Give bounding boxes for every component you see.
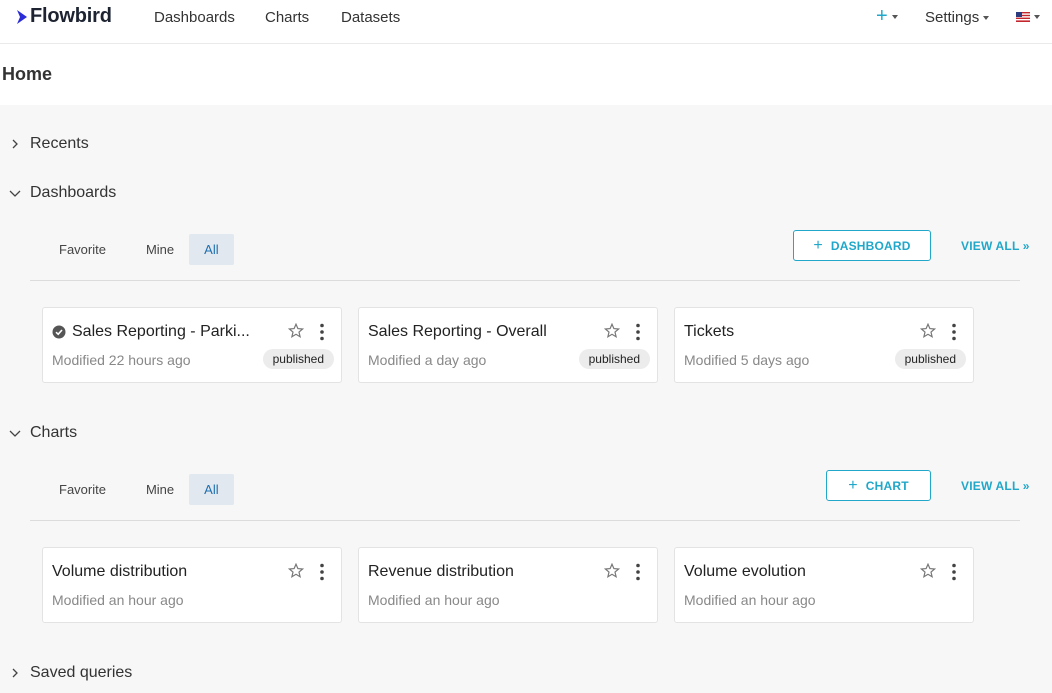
card-title: Sales Reporting - Parki... [52,323,250,341]
dashboard-card[interactable]: Sales Reporting - Overall Modified a day… [358,307,658,383]
divider [30,520,1020,521]
chart-card[interactable]: Revenue distribution Modified an hour ag… [358,547,658,623]
tab-favorite[interactable]: Favorite [44,474,121,505]
favorite-star-icon[interactable] [288,563,304,579]
tab-mine[interactable]: Mine [131,234,189,265]
chart-card[interactable]: Volume evolution Modified an hour ago [674,547,974,623]
settings-menu[interactable]: Settings [925,9,990,26]
flowbird-logo-icon [17,9,27,24]
card-modified: Modified an hour ago [368,592,500,608]
favorite-star-icon[interactable] [920,323,936,339]
card-title: Sales Reporting - Overall [368,323,547,341]
card-modified: Modified an hour ago [684,592,816,608]
more-options-icon[interactable] [635,563,641,581]
main-content: Recents Dashboards Favorite Mine All + D… [0,105,1052,693]
logo-text: Flowbird [30,5,112,27]
tab-mine[interactable]: Mine [131,474,189,505]
card-modified: Modified an hour ago [52,592,184,608]
plus-icon: + [848,476,858,494]
card-title: Revenue distribution [368,563,514,581]
more-options-icon[interactable] [951,563,957,581]
caret-down-icon [891,14,898,19]
more-options-icon[interactable] [951,323,957,341]
add-chart-label: CHART [865,478,909,493]
add-dashboard-label: DASHBOARD [830,238,911,253]
certified-icon [52,325,66,339]
caret-down-icon [983,15,990,20]
favorite-star-icon[interactable] [604,563,620,579]
section-saved-queries-label: Saved queries [30,664,133,681]
add-chart-button[interactable]: + CHART [826,470,931,501]
page-title: Home [2,64,53,84]
section-dashboards-header[interactable]: Dashboards [0,184,116,202]
plus-icon: + [813,236,823,254]
card-modified: Modified a day ago [368,352,487,368]
section-recents-label: Recents [30,135,89,152]
charts-tabs: Favorite Mine All [44,474,234,505]
chart-card[interactable]: Volume distribution Modified an hour ago [42,547,342,623]
section-recents-header[interactable]: Recents [0,135,89,153]
add-dashboard-button[interactable]: + DASHBOARD [793,230,931,261]
top-navbar: Flowbird Dashboards Charts Datasets + Se… [0,0,1052,44]
us-flag-icon [1016,12,1030,22]
brand-logo[interactable]: Flowbird [16,5,112,28]
card-title: Volume distribution [52,563,187,581]
status-badge: published [578,349,650,369]
nav-charts[interactable]: Charts [265,9,309,26]
divider [30,280,1020,281]
section-charts-label: Charts [30,424,78,441]
favorite-star-icon[interactable] [288,323,304,339]
caret-down-icon [1034,15,1040,19]
chevron-right-icon [0,139,30,149]
plus-icon: + [876,5,888,27]
section-saved-queries-header[interactable]: Saved queries [0,664,132,682]
favorite-star-icon[interactable] [604,323,620,339]
tab-favorite[interactable]: Favorite [44,234,121,265]
section-dashboards-label: Dashboards [30,184,117,201]
chevron-down-icon [0,428,30,438]
status-badge: published [262,349,334,369]
card-modified: Modified 22 hours ago [52,352,191,368]
more-options-icon[interactable] [319,323,325,341]
more-options-icon[interactable] [635,323,641,341]
card-title-text: Sales Reporting - Overall [368,323,547,340]
card-modified: Modified 5 days ago [684,352,810,368]
status-badge: published [894,349,966,369]
view-all-charts-link[interactable]: VIEW ALL » [961,479,1030,493]
settings-label: Settings [925,9,980,26]
card-title-text: Tickets [684,323,735,340]
new-item-menu[interactable]: + [876,5,898,28]
card-title-text: Volume evolution [684,563,806,580]
favorite-star-icon[interactable] [920,563,936,579]
card-title-text: Revenue distribution [368,563,514,580]
card-title-text: Sales Reporting - Parki... [72,323,250,340]
nav-dashboards[interactable]: Dashboards [154,9,235,26]
card-title-text: Volume distribution [52,563,188,580]
tab-all[interactable]: All [189,234,234,265]
dashboards-tabs: Favorite Mine All [44,234,234,265]
chevron-right-icon [0,668,30,678]
nav-datasets[interactable]: Datasets [341,9,400,26]
dashboard-card[interactable]: Sales Reporting - Parki... Modified 22 h… [42,307,342,383]
view-all-dashboards-link[interactable]: VIEW ALL » [961,239,1030,253]
section-charts-header[interactable]: Charts [0,424,77,442]
card-title: Volume evolution [684,563,806,581]
card-title: Tickets [684,323,734,341]
more-options-icon[interactable] [319,563,325,581]
tab-all[interactable]: All [189,474,234,505]
language-menu[interactable] [1016,12,1040,22]
chevron-down-icon [0,188,30,198]
page-header: Home [0,44,1052,105]
dashboard-card[interactable]: Tickets Modified 5 days ago published [674,307,974,383]
